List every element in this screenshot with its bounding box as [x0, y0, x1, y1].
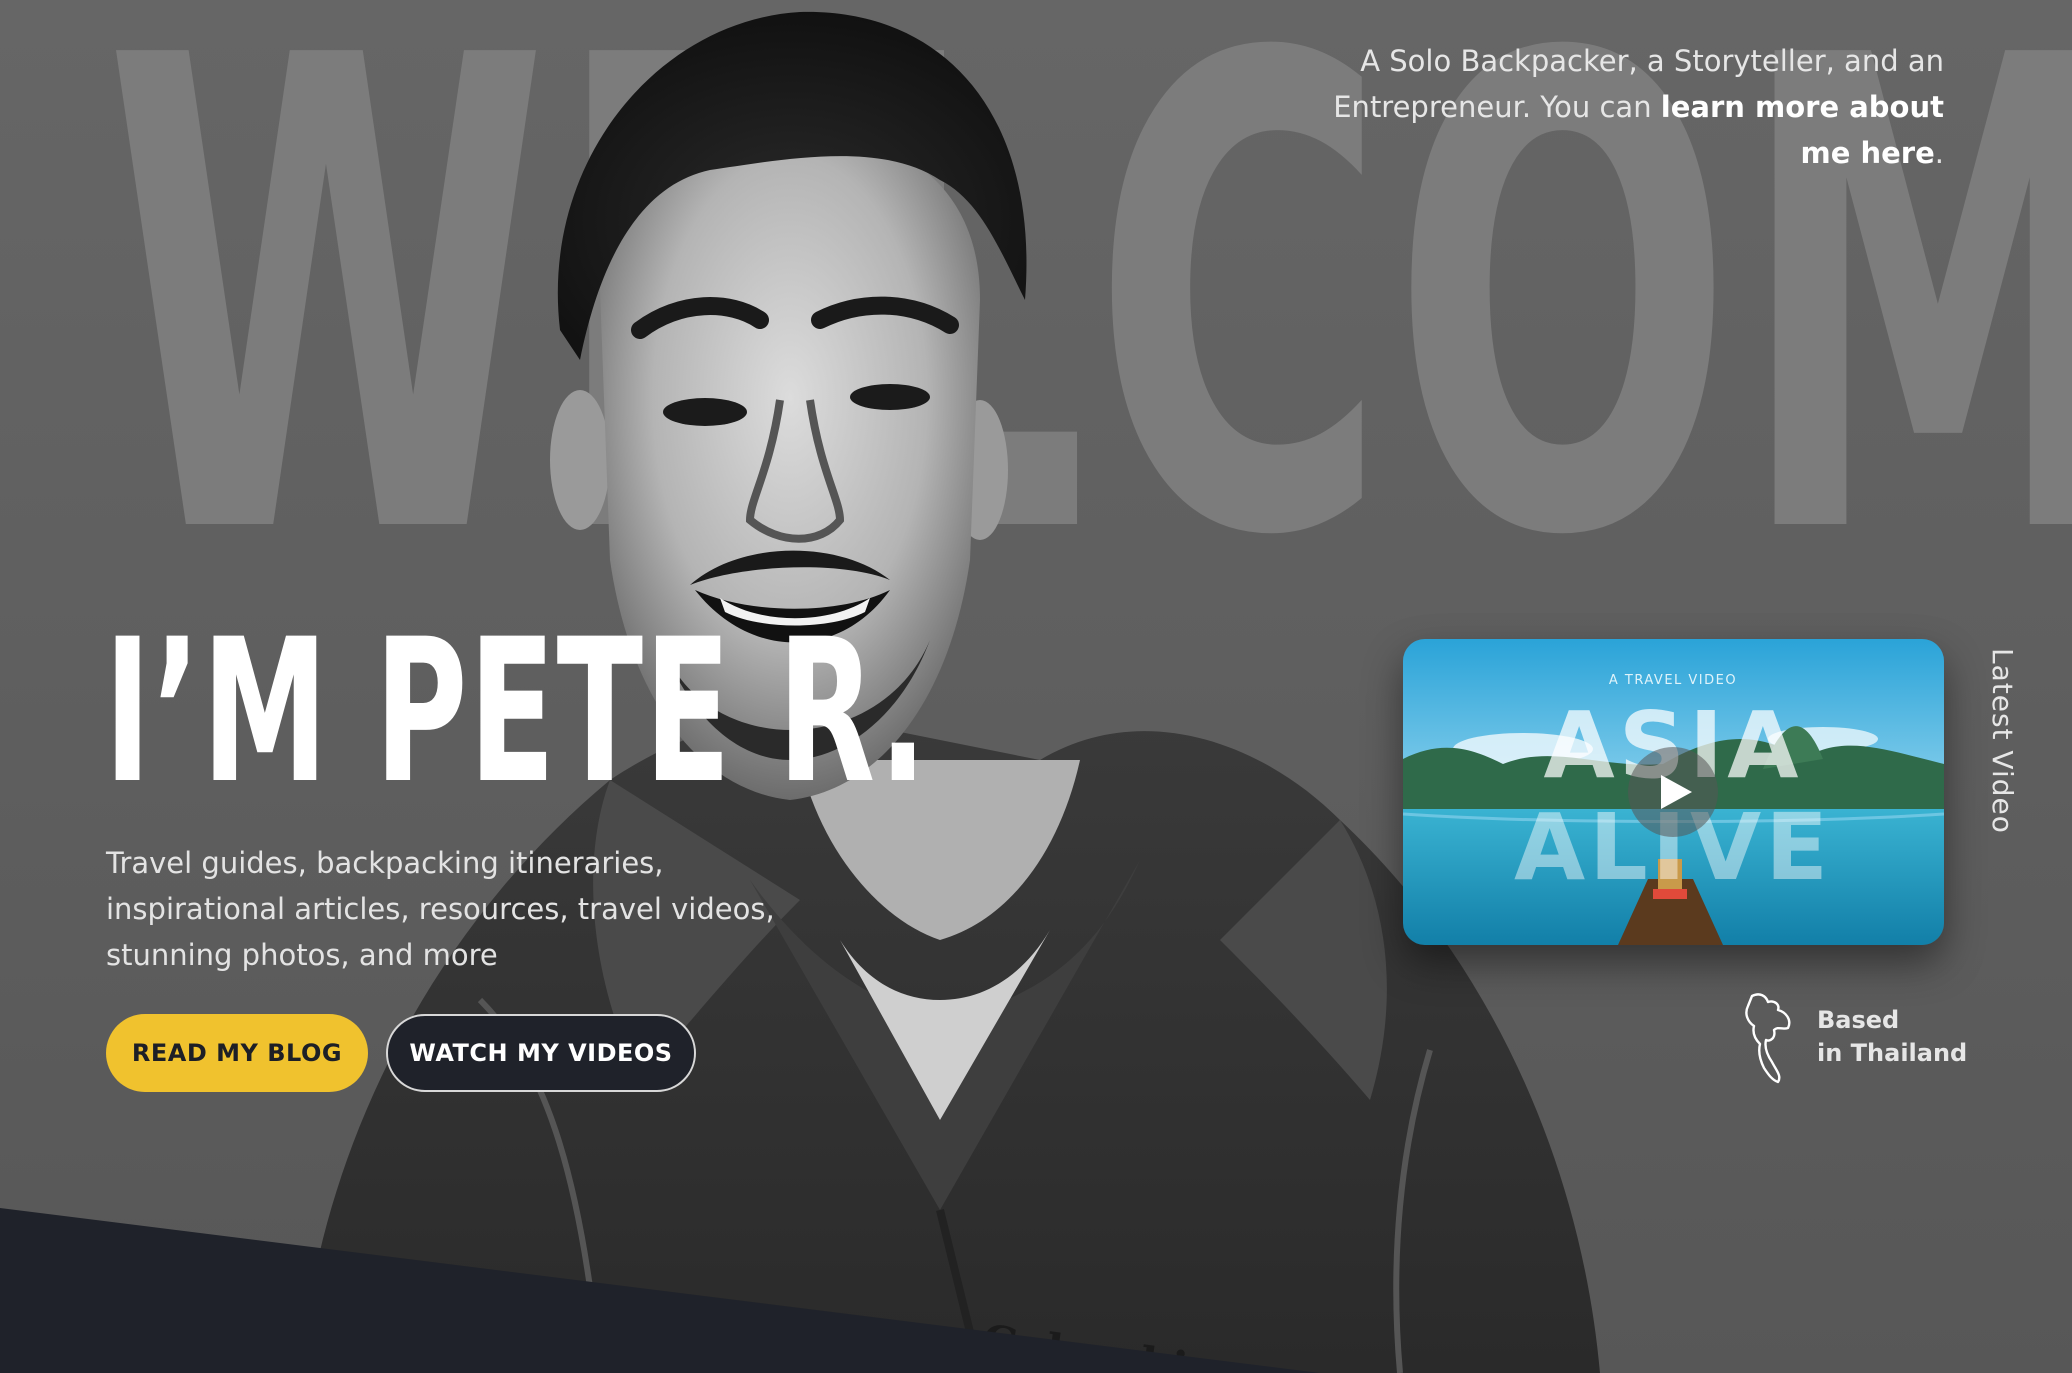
intro-suffix: . — [1934, 136, 1944, 170]
latest-video-card[interactable]: A TRAVEL VIDEO ASIA ALIVE — [1403, 639, 1944, 945]
hero-title: I’M PETE R. — [104, 596, 929, 827]
video-kicker-text: A TRAVEL VIDEO — [1609, 673, 1737, 688]
about-me-link[interactable]: learn more about me here — [1661, 90, 1944, 170]
location-line-1: Based — [1817, 1006, 1900, 1034]
thailand-map-icon — [1745, 993, 1791, 1084]
latest-video-label: Latest Video — [1986, 648, 2019, 834]
intro-paragraph: A Solo Backpacker, a Storyteller, and an… — [1324, 38, 1944, 176]
video-thumbnail: A TRAVEL VIDEO ASIA ALIVE — [1403, 639, 1944, 945]
watch-my-videos-button[interactable]: WATCH MY VIDEOS — [386, 1014, 696, 1092]
read-my-blog-button[interactable]: READ MY BLOG — [106, 1014, 368, 1092]
location-text: Based in Thailand — [1817, 1004, 1967, 1070]
play-icon[interactable] — [1628, 747, 1718, 837]
hero-section: WELCOME — [0, 0, 2072, 1373]
location-line-2: in Thailand — [1817, 1039, 1968, 1067]
hero-subtitle: Travel guides, backpacking itineraries, … — [106, 846, 775, 972]
